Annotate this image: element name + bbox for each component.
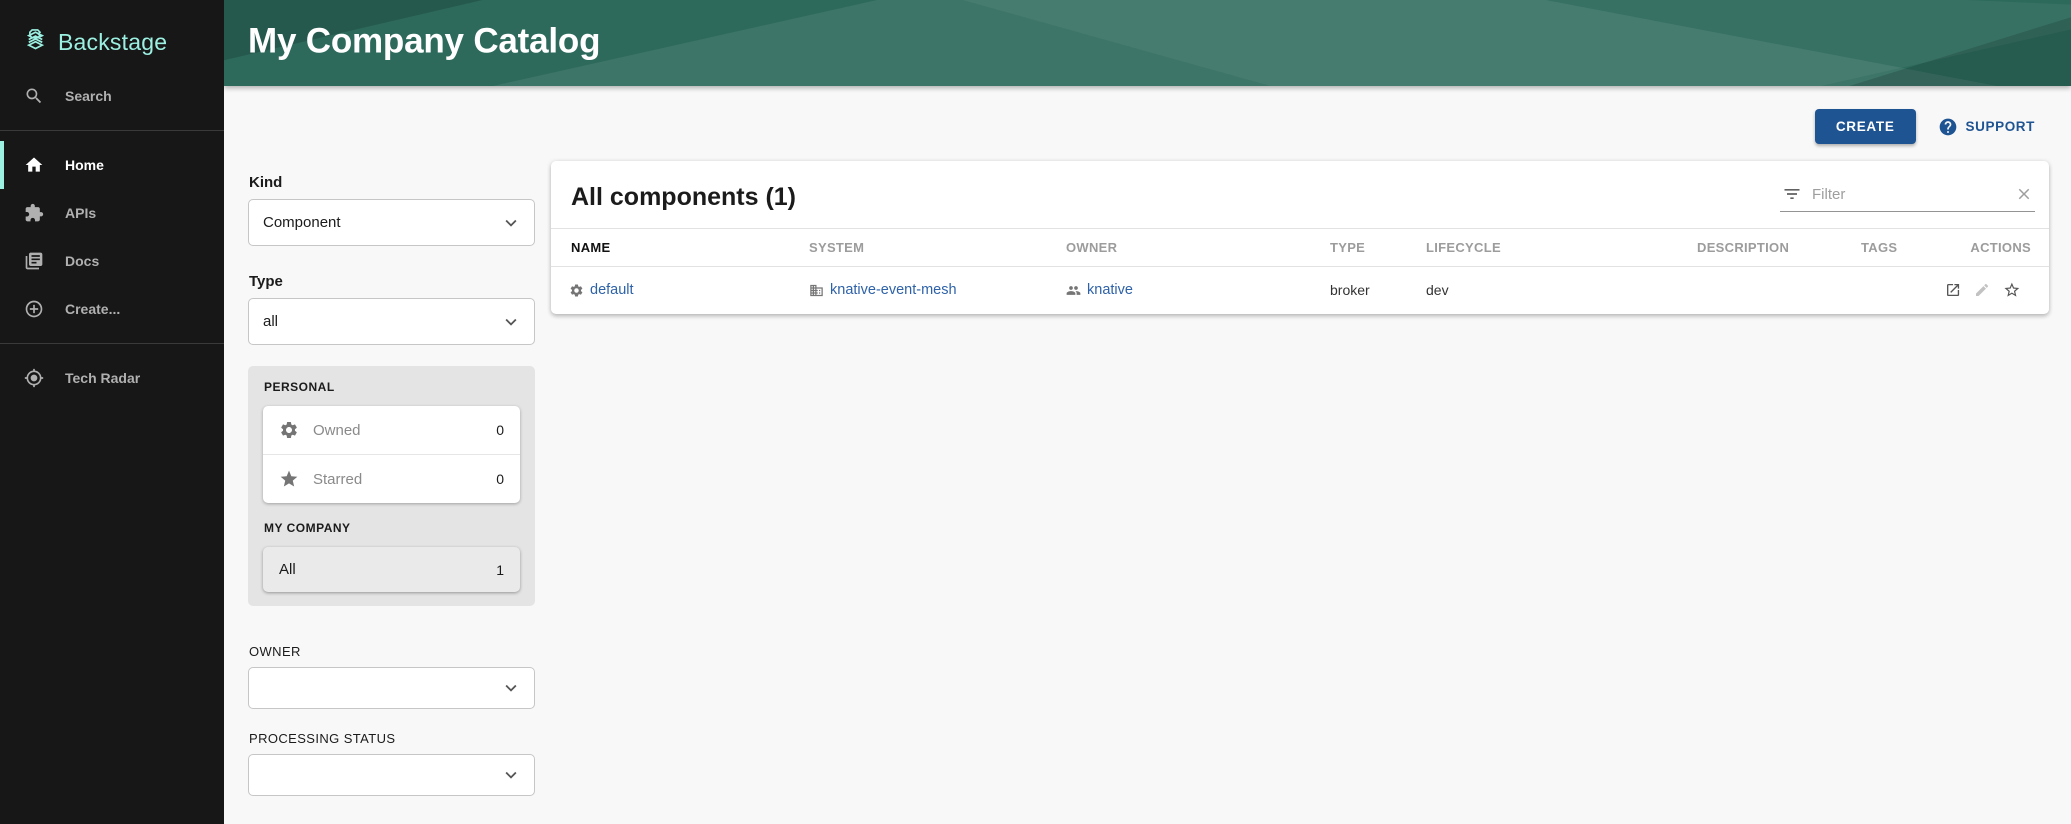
- sidebar-item-search[interactable]: Search: [0, 72, 224, 120]
- edit-icon[interactable]: [1974, 280, 1990, 300]
- chevron-down-icon: [500, 311, 522, 333]
- create-button[interactable]: CREATE: [1815, 109, 1916, 144]
- column-header-actions: ACTIONS: [1945, 229, 2049, 267]
- gear-icon: [279, 420, 299, 440]
- column-header-system[interactable]: SYSTEM: [809, 229, 1066, 267]
- filter-owned[interactable]: Owned 0: [263, 406, 520, 454]
- table-row: default knative-event-mesh knative: [551, 267, 2049, 315]
- card-header: All components (1): [551, 161, 2049, 228]
- home-icon: [24, 155, 44, 175]
- sidebar: Backstage Search Home APIs Docs Create..…: [0, 0, 224, 824]
- entity-link-owner[interactable]: knative: [1087, 282, 1133, 298]
- puzzle-icon: [24, 203, 44, 223]
- owned-count: 0: [496, 422, 504, 438]
- sidebar-item-home[interactable]: Home: [0, 141, 224, 189]
- chevron-down-icon: [500, 212, 522, 234]
- chevron-down-icon: [500, 677, 522, 699]
- sidebar-item-create[interactable]: Create...: [0, 285, 224, 333]
- kind-select[interactable]: Component: [248, 199, 535, 246]
- page-title: My Company Catalog: [248, 21, 600, 61]
- processing-status-label: PROCESSING STATUS: [249, 731, 535, 746]
- type-select[interactable]: all: [248, 298, 535, 345]
- support-label: SUPPORT: [1966, 119, 2035, 134]
- all-label: All: [279, 561, 496, 578]
- entity-link-name[interactable]: default: [590, 282, 634, 298]
- system-icon: [809, 283, 824, 298]
- cell-description: [1697, 267, 1861, 315]
- sidebar-divider: [0, 343, 224, 344]
- sidebar-item-label: Tech Radar: [65, 370, 140, 386]
- help-icon: [1938, 117, 1958, 137]
- column-header-owner[interactable]: OWNER: [1066, 229, 1330, 267]
- entity-link-system[interactable]: knative-event-mesh: [830, 282, 957, 298]
- logo[interactable]: Backstage: [0, 0, 224, 72]
- personal-group-label: PERSONAL: [264, 380, 520, 394]
- type-select-value: all: [263, 313, 278, 330]
- table-filter: [1780, 184, 2035, 212]
- sidebar-item-label: Search: [65, 88, 112, 104]
- sidebar-item-apis[interactable]: APIs: [0, 189, 224, 237]
- support-button[interactable]: SUPPORT: [1938, 117, 2035, 137]
- star-border-icon[interactable]: [2003, 279, 2021, 301]
- column-header-type[interactable]: TYPE: [1330, 229, 1426, 267]
- filter-list-icon: [1782, 184, 1802, 204]
- cell-lifecycle: dev: [1426, 267, 1697, 315]
- starred-count: 0: [496, 471, 504, 487]
- cell-type: broker: [1330, 267, 1426, 315]
- sidebar-item-label: APIs: [65, 205, 96, 221]
- radar-icon: [24, 368, 44, 388]
- sidebar-divider: [0, 130, 224, 131]
- sidebar-item-label: Home: [65, 157, 104, 173]
- personal-list: Owned 0 Starred 0: [263, 406, 520, 503]
- type-label: Type: [249, 273, 535, 290]
- owned-label: Owned: [313, 422, 482, 439]
- filter-panel: Kind Component Type all PERSONAL Owned 0: [248, 174, 535, 796]
- chevron-down-icon: [500, 764, 522, 786]
- add-circle-icon: [24, 299, 44, 319]
- row-actions: [1945, 279, 2037, 301]
- backstage-logo-icon: [22, 26, 49, 58]
- clear-filter-icon[interactable]: [2015, 185, 2033, 203]
- company-group-label: MY COMPANY: [264, 521, 520, 535]
- owner-filter-label: OWNER: [249, 644, 535, 659]
- content-toolbar: CREATE SUPPORT: [1815, 109, 2035, 144]
- column-header-lifecycle[interactable]: LIFECYCLE: [1426, 229, 1697, 267]
- table-filter-input[interactable]: [1812, 186, 2005, 203]
- column-header-tags[interactable]: TAGS: [1861, 229, 1945, 267]
- kind-select-value: Component: [263, 214, 341, 231]
- sidebar-item-tech-radar[interactable]: Tech Radar: [0, 354, 224, 402]
- cell-tags: [1861, 267, 1945, 315]
- kind-label: Kind: [249, 174, 535, 191]
- component-icon: [569, 283, 584, 298]
- docs-icon: [24, 251, 44, 271]
- column-header-description[interactable]: DESCRIPTION: [1697, 229, 1861, 267]
- processing-status-select[interactable]: [248, 754, 535, 796]
- owner-picker-card: PERSONAL Owned 0 Starred 0 MY COMPANY Al…: [248, 366, 535, 606]
- starred-label: Starred: [313, 471, 482, 488]
- owner-select[interactable]: [248, 667, 535, 709]
- filter-starred[interactable]: Starred 0: [263, 455, 520, 503]
- all-count: 1: [496, 562, 504, 578]
- star-icon: [279, 469, 299, 489]
- brand-name: Backstage: [58, 29, 167, 56]
- sidebar-item-label: Create...: [65, 301, 120, 317]
- page-header: My Company Catalog: [224, 0, 2071, 86]
- filter-all[interactable]: All 1: [263, 547, 520, 592]
- table-header-row: NAME SYSTEM OWNER TYPE LIFECYCLE DESCRIP…: [551, 229, 2049, 267]
- group-icon: [1066, 283, 1081, 298]
- sidebar-item-docs[interactable]: Docs: [0, 237, 224, 285]
- open-in-new-icon[interactable]: [1945, 280, 1961, 300]
- catalog-table-card: All components (1) NAME SYSTEM OWNER TYP…: [551, 161, 2049, 314]
- backstage-app: Backstage Search Home APIs Docs Create..…: [0, 0, 2071, 824]
- search-icon: [24, 86, 44, 106]
- column-header-name[interactable]: NAME: [551, 229, 809, 267]
- catalog-table: NAME SYSTEM OWNER TYPE LIFECYCLE DESCRIP…: [551, 228, 2049, 314]
- table-title: All components (1): [571, 183, 796, 212]
- sidebar-item-label: Docs: [65, 253, 99, 269]
